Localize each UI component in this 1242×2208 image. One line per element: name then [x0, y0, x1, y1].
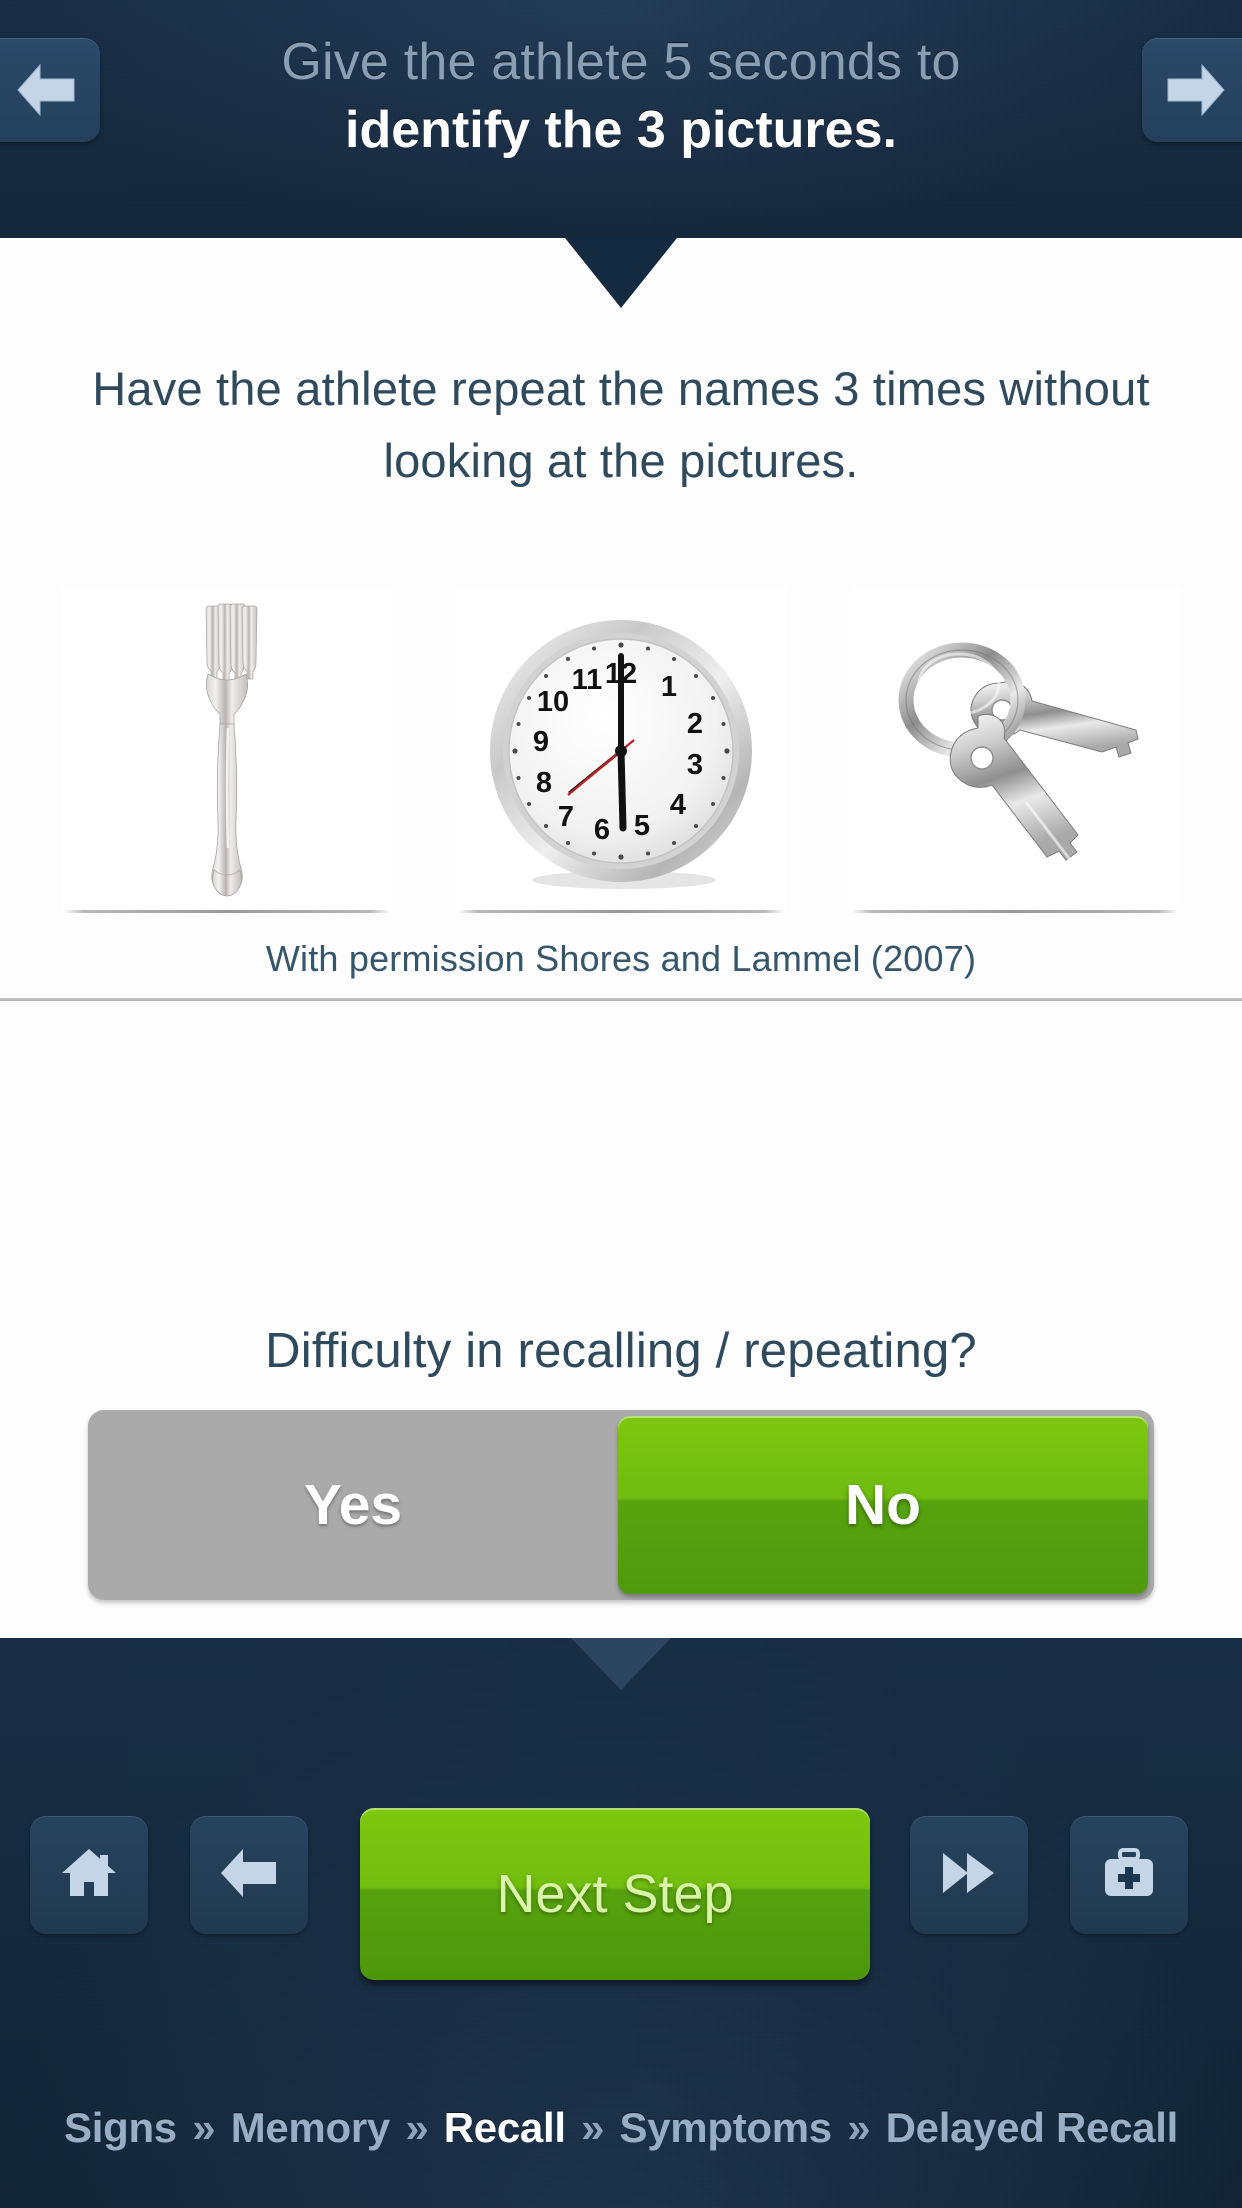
app-footer: Next Step Signs » Memory » Recall » Symp… [0, 1638, 1242, 2208]
toggle-option-no[interactable]: No [618, 1416, 1148, 1594]
breadcrumb-separator: » [405, 2104, 429, 2151]
breadcrumb-item-recall[interactable]: Recall [444, 2104, 566, 2151]
app-header: Give the athlete 5 seconds to identify t… [0, 0, 1242, 238]
medical-kit-button[interactable] [1070, 1816, 1188, 1934]
breadcrumb-item-symptoms[interactable]: Symptoms [620, 2104, 833, 2151]
medical-kit-icon [1099, 1845, 1159, 1906]
main-content: Have the athlete repeat the names 3 time… [0, 238, 1242, 1638]
header-pointer-notch [565, 238, 677, 308]
difficulty-toggle[interactable]: Yes No [88, 1410, 1154, 1600]
svg-text:3: 3 [687, 749, 703, 781]
svg-text:5: 5 [634, 810, 650, 842]
breadcrumb-item-memory[interactable]: Memory [231, 2104, 391, 2151]
svg-text:1: 1 [661, 671, 677, 703]
picture-card-clock[interactable]: 12 1 2 3 4 5 6 7 8 9 10 11 [456, 588, 786, 913]
home-button[interactable] [30, 1816, 148, 1934]
arrow-left-icon [218, 1845, 280, 1906]
breadcrumb-separator: » [581, 2104, 605, 2151]
next-step-button[interactable]: Next Step [360, 1808, 870, 1980]
picture-card-fork[interactable] [62, 588, 392, 913]
attribution-text: With permission Shores and Lammel (2007) [265, 938, 977, 979]
footer-pointer-notch [571, 1638, 671, 1690]
breadcrumb-separator: » [847, 2104, 871, 2151]
keys-icon [850, 588, 1180, 913]
header-text: Give the athlete 5 seconds to identify t… [175, 28, 1067, 164]
breadcrumb-item-delayed-recall[interactable]: Delayed Recall [886, 2104, 1179, 2151]
header-line-2: identify the 3 pictures. [345, 101, 897, 159]
back-button[interactable] [190, 1816, 308, 1934]
next-screen-button[interactable] [1142, 38, 1242, 142]
breadcrumb: Signs » Memory » Recall » Symptoms » Del… [0, 2104, 1242, 2152]
previous-screen-button[interactable] [0, 38, 100, 142]
question-text: Difficulty in recalling / repeating? [265, 1324, 977, 1378]
breadcrumb-separator: » [192, 2104, 216, 2151]
clock-icon: 12 1 2 3 4 5 6 7 8 9 10 11 [456, 588, 786, 913]
breadcrumb-item-signs[interactable]: Signs [64, 2104, 177, 2151]
arrow-left-icon [14, 61, 78, 119]
picture-card-keys[interactable] [850, 588, 1180, 913]
svg-text:2: 2 [687, 708, 703, 740]
home-icon [58, 1844, 120, 1907]
svg-text:9: 9 [533, 726, 549, 758]
header-line-1: Give the athlete 5 seconds to [281, 33, 961, 91]
section-divider [0, 998, 1242, 1001]
svg-text:8: 8 [536, 767, 552, 799]
toggle-option-yes[interactable]: Yes [88, 1410, 618, 1600]
arrow-right-icon [1164, 61, 1228, 119]
picture-card-row: 12 1 2 3 4 5 6 7 8 9 10 11 [62, 588, 1180, 913]
fast-forward-icon [938, 1847, 1000, 1904]
fast-forward-button[interactable] [910, 1816, 1028, 1934]
svg-text:10: 10 [537, 686, 569, 718]
svg-text:4: 4 [670, 789, 686, 821]
svg-text:7: 7 [558, 801, 574, 833]
svg-text:11: 11 [572, 664, 603, 696]
svg-text:6: 6 [594, 814, 610, 846]
instruction-text: Have the athlete repeat the names 3 time… [92, 362, 1150, 487]
fork-icon [62, 588, 392, 913]
